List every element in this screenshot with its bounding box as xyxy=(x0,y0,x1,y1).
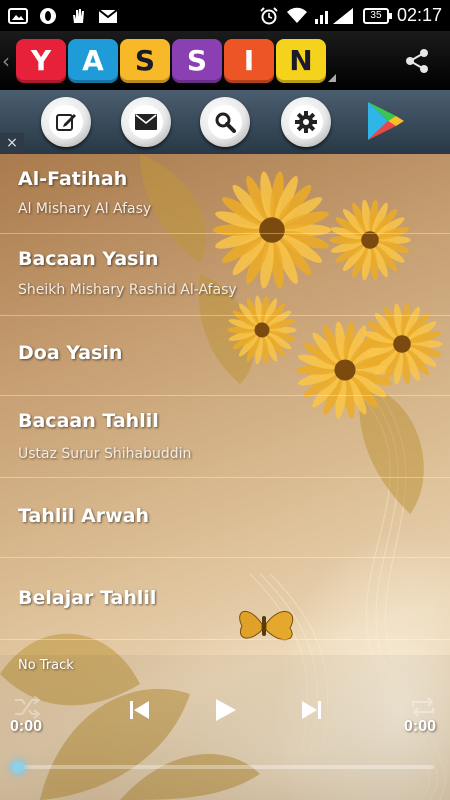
logo-letter-tile: I xyxy=(224,38,274,83)
app-logo[interactable]: YASSIN xyxy=(16,38,326,83)
settings-icon xyxy=(295,111,317,133)
search-button[interactable] xyxy=(200,97,250,147)
media-player: No Track 0:00 0:00 xyxy=(0,655,450,800)
logo-letter-tile: Y xyxy=(16,38,66,83)
logo-letter-tile: N xyxy=(276,38,326,83)
seek-bar[interactable] xyxy=(12,761,434,773)
status-bar: 35 02:17 xyxy=(0,0,450,31)
opera-icon xyxy=(40,7,56,24)
total-duration: 0:00 xyxy=(404,718,437,735)
mail-button[interactable] xyxy=(121,97,171,147)
track-title: Doa Yasin xyxy=(18,342,123,364)
toolbar xyxy=(0,90,450,154)
previous-track-icon[interactable] xyxy=(125,696,153,724)
edit-icon xyxy=(56,114,76,131)
track-title: Bacaan Yasin xyxy=(18,248,159,270)
clock: 02:17 xyxy=(396,5,442,25)
track-item-tahlil-arwah[interactable]: Tahlil Arwah xyxy=(0,478,450,558)
gmail-icon xyxy=(98,8,118,23)
play-icon[interactable] xyxy=(211,696,239,724)
share-icon[interactable] xyxy=(404,48,430,74)
logo-letter-tile: A xyxy=(68,38,118,83)
hand-icon xyxy=(73,8,84,23)
track-item-belajar-tahlil[interactable]: Belajar Tahlil xyxy=(0,558,450,640)
track-title: Tahlil Arwah xyxy=(18,505,149,527)
edit-button[interactable] xyxy=(41,97,91,147)
track-subtitle: Ustaz Surur Shihabuddin xyxy=(18,446,192,462)
track-item-bacaan-tahlil[interactable]: Bacaan Tahlil Ustaz Surur Shihabuddin xyxy=(0,396,450,478)
gallery-icon xyxy=(8,7,28,24)
action-bar: ‹ YASSIN xyxy=(0,31,450,90)
back-chevron-icon[interactable]: ‹ xyxy=(2,49,14,73)
track-item-doa-yasin[interactable]: Doa Yasin xyxy=(0,316,450,396)
track-title: Al-Fatihah xyxy=(18,168,128,190)
track-subtitle: Sheikh Mishary Rashid Al-Afasy xyxy=(18,282,237,298)
signal-icon xyxy=(314,7,353,24)
play-store-icon[interactable] xyxy=(366,100,406,142)
wifi-icon xyxy=(286,7,307,23)
logo-letter-tile: S xyxy=(172,38,222,83)
close-ad-button[interactable]: × xyxy=(0,133,24,153)
next-track-icon[interactable] xyxy=(298,696,326,724)
track-item-bacaan-yasin[interactable]: Bacaan Yasin Sheikh Mishary Rashid Al-Af… xyxy=(0,234,450,316)
track-item-al-fatihah[interactable]: Al-Fatihah Al Mishary Al Afasy xyxy=(0,154,450,234)
alarm-icon xyxy=(260,6,278,24)
search-icon xyxy=(215,112,236,133)
overflow-indicator-icon xyxy=(328,74,336,82)
mail-icon xyxy=(135,114,157,130)
battery-icon: 35 xyxy=(362,7,392,24)
now-playing-label: No Track xyxy=(18,658,74,673)
track-title: Bacaan Tahlil xyxy=(18,410,159,432)
track-subtitle: Al Mishary Al Afasy xyxy=(18,201,152,217)
logo-letter-tile: S xyxy=(120,38,170,83)
track-title: Belajar Tahlil xyxy=(18,587,157,609)
elapsed-time: 0:00 xyxy=(10,718,43,735)
seek-thumb[interactable] xyxy=(12,761,24,773)
settings-button[interactable] xyxy=(281,97,331,147)
